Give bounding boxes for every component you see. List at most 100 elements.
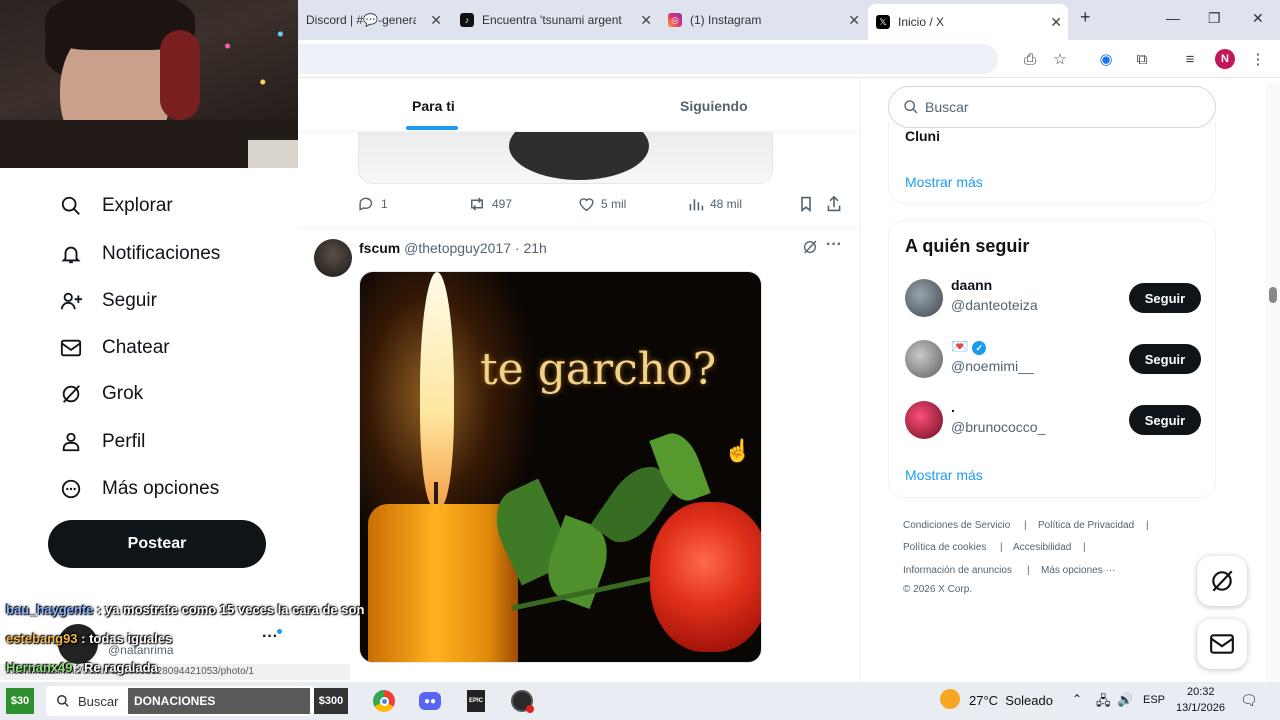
nav-grok[interactable]: Grok	[58, 377, 143, 411]
show-more-link[interactable]: Mostrar más	[905, 174, 983, 190]
restore-icon[interactable]: ❐	[1208, 10, 1221, 27]
avatar[interactable]	[905, 279, 943, 317]
tab-following[interactable]: Siguiendo	[680, 98, 748, 114]
follow-button[interactable]: Seguir	[1129, 405, 1201, 435]
chat-text: : todas iguales	[77, 631, 173, 646]
like-button[interactable]: 5 mil	[578, 196, 626, 212]
suggestion-handle[interactable]: @danteoteiza	[951, 297, 1038, 313]
close-icon[interactable]: ✕	[640, 12, 652, 29]
tab-x-home[interactable]: 𝕏 Inicio / X ✕	[868, 4, 1068, 40]
repost-button[interactable]: 497	[468, 196, 512, 212]
suggestion-name[interactable]: .	[951, 399, 955, 415]
weather-icon[interactable]	[940, 689, 960, 709]
views-button[interactable]: 48 mil	[688, 196, 742, 212]
view-count: 48 mil	[710, 197, 743, 211]
avatar[interactable]	[314, 239, 352, 277]
address-bar[interactable]	[298, 44, 998, 74]
footer-link[interactable]: Más opciones ···	[1041, 565, 1115, 576]
trend-name[interactable]: Cluni	[905, 128, 940, 144]
chrome-icon[interactable]	[370, 687, 398, 715]
obs-icon[interactable]	[508, 687, 536, 715]
footer-link[interactable]: Política de cookies	[903, 542, 986, 553]
language-indicator[interactable]: ESP	[1143, 694, 1165, 706]
suggestion-row[interactable]: 💌 ✓ @noemimi__ Seguir	[905, 338, 1201, 382]
show-more-link[interactable]: Mostrar más	[905, 467, 983, 483]
tab-tiktok[interactable]: ♪ Encuentra 'tsunami argentin ✕	[452, 6, 658, 34]
close-window-icon[interactable]: ✕	[1252, 10, 1264, 27]
suggestion-row[interactable]: daann @danteoteiza Seguir	[905, 277, 1201, 321]
more-dots-icon[interactable]: ···	[826, 236, 842, 254]
suggestion-name[interactable]: 💌 ✓	[951, 338, 987, 355]
nav-label: Notificaciones	[102, 243, 221, 264]
new-tab-icon[interactable]: +	[1080, 7, 1091, 28]
cast-icon[interactable]: ◉	[1096, 49, 1116, 69]
notifications-icon[interactable]: 🗨	[1240, 692, 1258, 709]
chat-username: estebang93	[6, 631, 78, 646]
network-icon[interactable]: 🖧	[1096, 692, 1111, 714]
suggestion-handle[interactable]: @noemimi__	[951, 358, 1034, 374]
more-dots-icon[interactable]: ···	[262, 628, 278, 646]
nav-profile[interactable]: Perfil	[58, 425, 145, 459]
minimize-icon[interactable]: —	[1166, 10, 1180, 26]
scrollbar[interactable]	[1266, 82, 1280, 682]
tab-instagram[interactable]: ◎ (1) Instagram ✕	[660, 6, 866, 34]
nav-follow[interactable]: Seguir	[58, 284, 157, 318]
avatar[interactable]	[905, 401, 943, 439]
post-media-image[interactable]	[358, 132, 773, 184]
chat-text: : ya mostrate como 15 veces la cara de s…	[93, 602, 365, 617]
grok-float-button[interactable]	[1197, 556, 1247, 606]
reply-button[interactable]: 1	[358, 196, 388, 212]
footer-link[interactable]: Accesibilidad	[1013, 542, 1071, 553]
webcam-pillow	[248, 140, 298, 168]
author-name[interactable]: fscum	[359, 240, 400, 256]
bookmark-button[interactable]	[799, 196, 819, 212]
tab-discord[interactable]: Discord | #💬-general ✕	[298, 6, 448, 34]
follow-button[interactable]: Seguir	[1129, 283, 1201, 313]
clock-date[interactable]: 13/1/2026	[1176, 702, 1225, 714]
follow-button[interactable]: Seguir	[1129, 344, 1201, 374]
post-button[interactable]: Postear	[48, 520, 266, 568]
volume-icon[interactable]: 🔊	[1117, 692, 1133, 708]
candle-body	[368, 504, 518, 662]
footer-link[interactable]: Política de Privacidad	[1038, 520, 1134, 531]
suggestion-name[interactable]: daann	[951, 277, 992, 293]
media-queue-icon[interactable]: ≡	[1180, 49, 1200, 69]
footer-link[interactable]: Condiciones de Servicio	[903, 520, 1010, 531]
nav-notifications[interactable]: Notificaciones	[58, 237, 220, 271]
scrollbar-thumb[interactable]	[1269, 287, 1277, 303]
close-icon[interactable]: ✕	[1050, 14, 1062, 31]
post-media-image[interactable]: te garcho?	[359, 271, 762, 663]
share-button[interactable]	[826, 196, 848, 212]
footer-link[interactable]: Información de anuncios	[903, 565, 1012, 576]
close-icon[interactable]: ✕	[430, 12, 442, 29]
suggestion-handle[interactable]: @brunococco_	[951, 419, 1045, 435]
install-app-icon[interactable]: ⎙	[1020, 49, 1040, 69]
active-tab-indicator	[406, 126, 458, 130]
nav-label: Más opciones	[102, 478, 220, 499]
epic-games-icon[interactable]: EPIC	[462, 687, 490, 715]
messages-float-button[interactable]	[1197, 619, 1247, 669]
avatar[interactable]	[905, 340, 943, 378]
weather-text[interactable]: 27°C Soleado	[969, 693, 1053, 708]
author-handle[interactable]: @thetopguy2017	[404, 240, 511, 256]
nav-more-options[interactable]: Más opciones	[58, 472, 219, 506]
discord-icon[interactable]: ●●	[416, 687, 444, 715]
trends-panel: Cluni Mostrar más	[888, 122, 1216, 204]
post-time[interactable]: 21h	[523, 240, 546, 256]
clock-time[interactable]: 20:32	[1187, 686, 1215, 698]
taskbar-search-label: Buscar	[78, 693, 119, 709]
reply-icon	[359, 197, 373, 211]
menu-dots-icon[interactable]: ⋮	[1248, 49, 1268, 69]
grok-icon[interactable]	[802, 239, 818, 260]
nav-label: Seguir	[102, 290, 157, 311]
close-icon[interactable]: ✕	[848, 12, 860, 29]
chevron-up-icon[interactable]: ⌃	[1072, 692, 1082, 706]
extensions-icon[interactable]: ⧉	[1132, 49, 1152, 69]
nav-explore[interactable]: Explorar	[58, 189, 173, 223]
profile-avatar[interactable]: N	[1215, 49, 1235, 69]
suggestion-row[interactable]: . @brunococco_ Seguir	[905, 399, 1201, 443]
feed-tabs: Para ti Siguiendo	[298, 78, 859, 132]
bookmark-star-icon[interactable]: ☆	[1050, 49, 1070, 69]
nav-chat[interactable]: Chatear	[58, 331, 170, 365]
tab-for-you[interactable]: Para ti	[412, 98, 455, 114]
